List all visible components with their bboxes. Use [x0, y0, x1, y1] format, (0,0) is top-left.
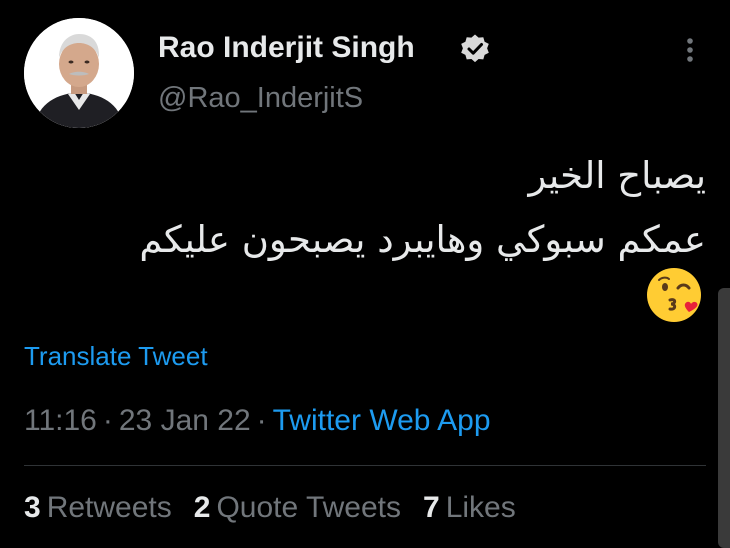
avatar-portrait	[24, 18, 134, 128]
quote-tweets-count: 2	[193, 491, 211, 524]
likes-label: Likes	[445, 491, 516, 524]
retweets-label: Retweets	[46, 491, 172, 524]
tweet-detail: Rao Inderjit Singh @Rao_InderjitS يصباح …	[0, 0, 730, 548]
tweet-source-link[interactable]: Twitter Web App	[273, 404, 491, 437]
tweet-stats: 3 Retweets 2 Quote Tweets 7 Likes	[24, 488, 538, 528]
likes-stat[interactable]: 7 Likes	[423, 491, 516, 524]
likes-count: 7	[423, 491, 440, 524]
quote-tweets-label: Quote Tweets	[216, 491, 401, 524]
author-display-name[interactable]: Rao Inderjit Singh	[158, 29, 415, 67]
tweet-line: يصباح الخير	[528, 154, 706, 197]
author-handle[interactable]: @Rao_InderjitS	[158, 80, 363, 116]
retweets-stat[interactable]: 3 Retweets	[24, 491, 172, 524]
tweet-time[interactable]: 11:16	[24, 404, 97, 437]
face-blowing-kiss-emoji	[647, 268, 701, 322]
tweet-meta: 11:16 · 23 Jan 22 · Twitter Web App	[24, 402, 491, 440]
tweet-date[interactable]: 23 Jan 22	[119, 404, 251, 437]
author-avatar[interactable]	[24, 18, 134, 128]
retweets-count: 3	[24, 491, 41, 524]
tweet-line: عمكم سبوكي وهايبرد يصبحون عليكم	[139, 218, 706, 261]
meta-separator: ·	[102, 404, 113, 437]
more-dots-icon[interactable]	[676, 34, 704, 66]
tweet-text: يصباح الخير عمكم سبوكي وهايبرد يصبحون عل…	[16, 144, 706, 272]
quote-tweets-stat[interactable]: 2 Quote Tweets	[194, 491, 401, 524]
divider	[24, 465, 706, 466]
verified-badge-icon	[461, 34, 489, 63]
translate-tweet-link[interactable]: Translate Tweet	[24, 340, 208, 372]
meta-separator: ·	[256, 404, 267, 437]
scrollbar[interactable]	[718, 288, 730, 548]
